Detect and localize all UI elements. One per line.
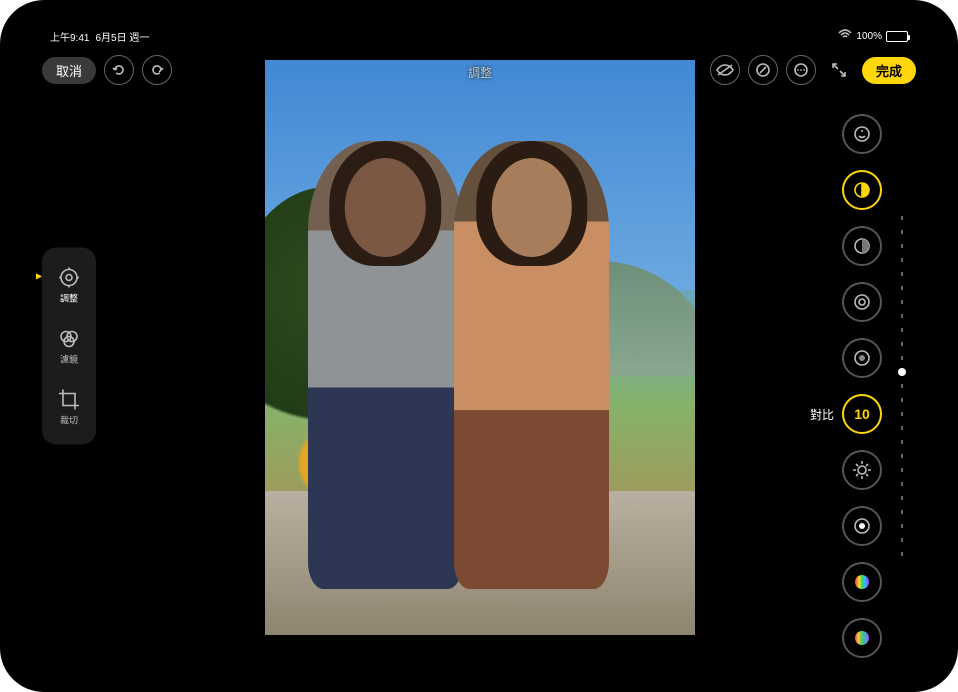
photo-person-left — [308, 141, 463, 590]
battery-icon — [886, 31, 908, 42]
visibility-toggle-button[interactable] — [710, 55, 740, 85]
tool-filters[interactable]: 濾鏡 — [46, 323, 92, 370]
more-button[interactable] — [786, 55, 816, 85]
fullscreen-button[interactable] — [824, 55, 854, 85]
status-bar: 上午9:41 6月5日 週一 100% — [50, 28, 908, 44]
adjust-highlights[interactable] — [842, 282, 882, 322]
redo-button[interactable] — [142, 55, 172, 85]
tool-adjust-label: 調整 — [60, 292, 78, 305]
adjust-blackpoint[interactable] — [842, 506, 882, 546]
wifi-icon — [838, 29, 852, 43]
adjustment-slider[interactable] — [892, 216, 912, 556]
tool-crop-label: 裁切 — [60, 414, 78, 427]
tool-crop[interactable]: 裁切 — [46, 384, 92, 431]
status-date: 6月5日 週一 — [95, 29, 149, 44]
adjust-shadows[interactable] — [842, 338, 882, 378]
battery-pct: 100% — [856, 31, 882, 42]
tool-filters-label: 濾鏡 — [60, 353, 78, 366]
adjust-vibrance[interactable] — [842, 618, 882, 658]
adjust-exposure[interactable] — [842, 170, 882, 210]
cancel-button[interactable]: 取消 — [42, 57, 96, 84]
adjust-auto[interactable] — [842, 114, 882, 154]
slider-thumb[interactable] — [898, 368, 906, 376]
top-toolbar: 取消 完成 — [42, 52, 916, 88]
slider-track — [901, 216, 903, 556]
adjust-brightness[interactable] — [842, 450, 882, 490]
adjust-contrast-label: 對比 — [804, 406, 834, 423]
status-time: 上午9:41 — [50, 29, 89, 44]
tool-adjust[interactable]: 調整 — [46, 262, 92, 309]
photo-person-right — [454, 141, 609, 590]
done-button[interactable]: 完成 — [862, 57, 916, 84]
edit-mode-rail: 調整 濾鏡 裁切 — [42, 248, 96, 445]
photo-canvas[interactable]: 調整 — [265, 60, 695, 635]
undo-button[interactable] — [104, 55, 134, 85]
adjust-saturation[interactable] — [842, 562, 882, 602]
adjustments-panel: 對比 10 — [792, 140, 912, 632]
adjust-brilliance[interactable] — [842, 226, 882, 266]
adjust-contrast-value[interactable]: 10 — [842, 394, 882, 434]
markup-button[interactable] — [748, 55, 778, 85]
